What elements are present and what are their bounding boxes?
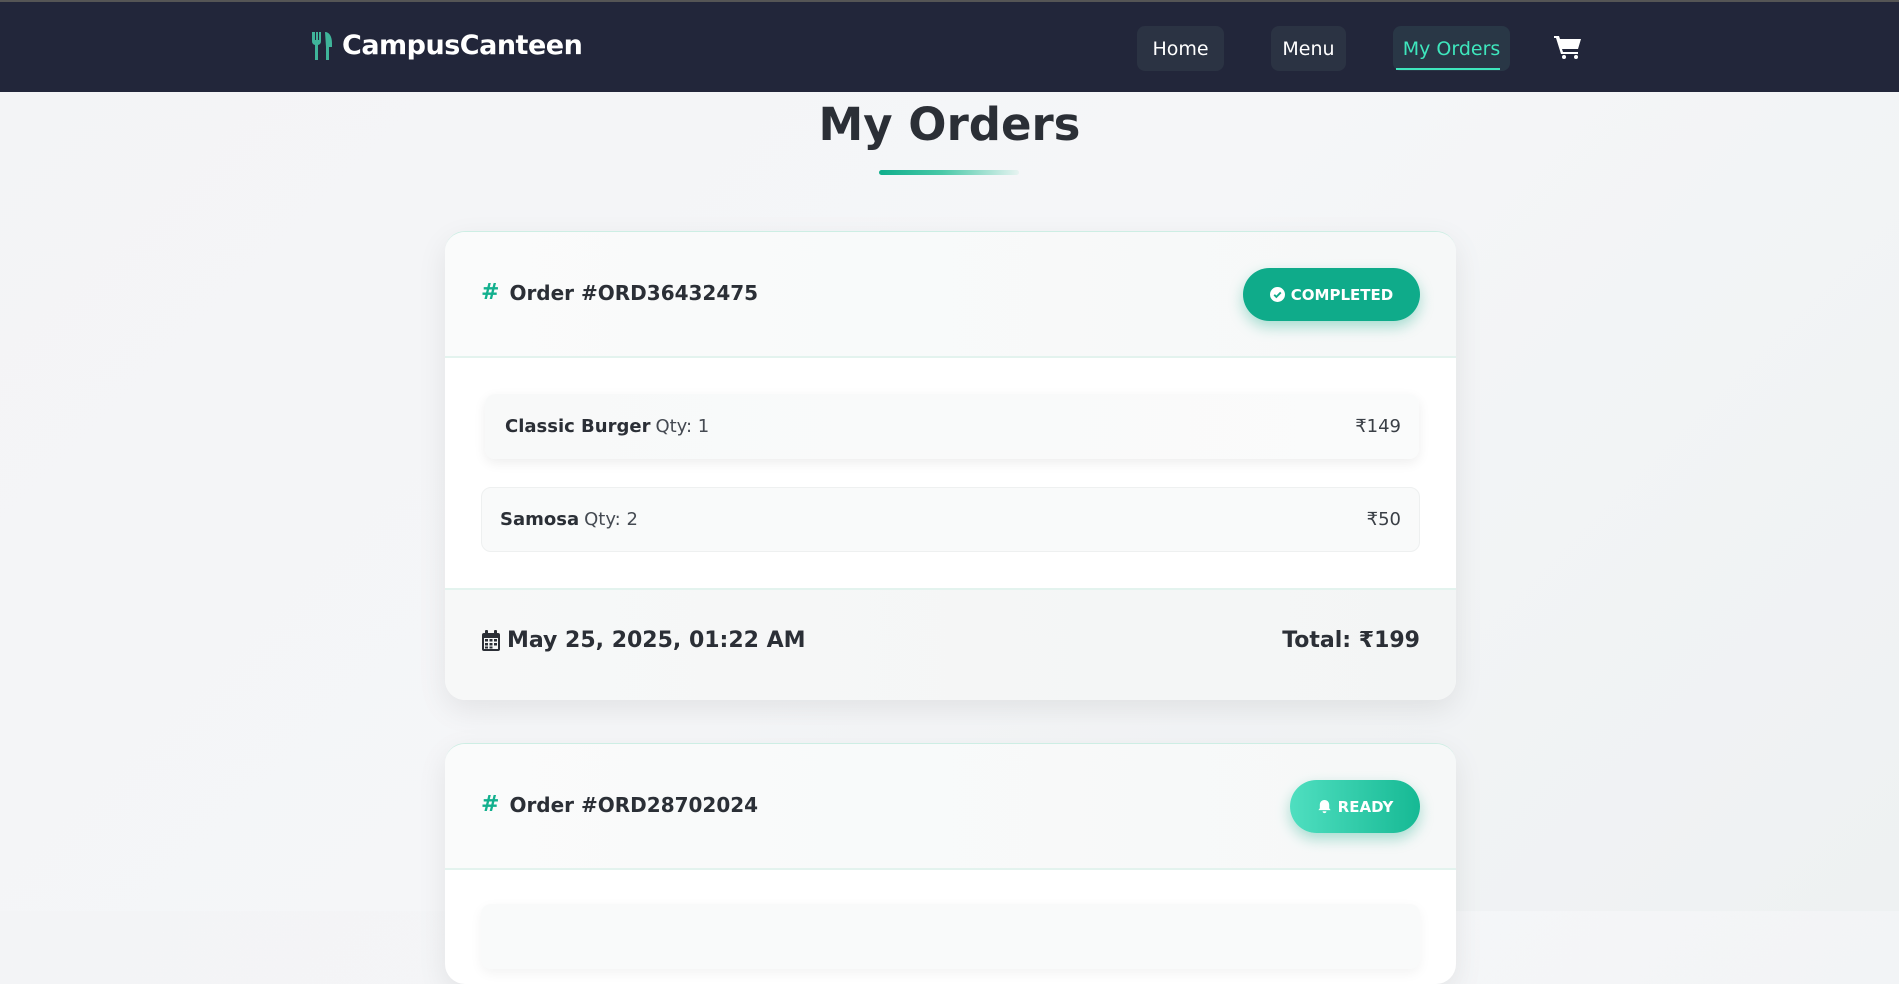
nav-menu-link[interactable]: Menu bbox=[1271, 26, 1346, 71]
utensils-icon bbox=[311, 31, 332, 60]
nav-my-orders-label: My Orders bbox=[1402, 37, 1501, 60]
order-card: # Order #ORD36432475 COMPLETED Classic B… bbox=[445, 231, 1456, 700]
order-date-text: May 25, 2025, 01:22 AM bbox=[507, 628, 806, 653]
nav-home-link[interactable]: Home bbox=[1137, 26, 1224, 71]
hash-icon: # bbox=[481, 280, 500, 305]
title-underline bbox=[879, 170, 1019, 175]
bell-icon bbox=[1318, 799, 1331, 814]
status-label: READY bbox=[1337, 797, 1394, 816]
status-label: COMPLETED bbox=[1290, 285, 1394, 304]
status-badge: READY bbox=[1290, 780, 1420, 833]
check-circle-icon bbox=[1269, 287, 1285, 302]
order-date: May 25, 2025, 01:22 AM bbox=[481, 628, 806, 653]
brand-name: CampusCanteen bbox=[342, 30, 583, 61]
page-title: My Orders bbox=[818, 98, 1081, 151]
item-qty: Qty: 2 bbox=[584, 509, 638, 530]
nav-my-orders-link[interactable]: My Orders bbox=[1393, 26, 1510, 71]
order-card-footer: May 25, 2025, 01:22 AM Total: ₹199 bbox=[445, 588, 1456, 700]
order-item: Classic Burger Qty: 1 ₹149 bbox=[485, 394, 1419, 459]
active-nav-underline bbox=[1396, 68, 1500, 70]
status-badge: COMPLETED bbox=[1243, 268, 1420, 321]
item-name: Samosa bbox=[500, 509, 580, 530]
item-name: Classic Burger bbox=[505, 416, 651, 437]
order-id-label: Order #ORD36432475 bbox=[509, 280, 759, 305]
order-id: # Order #ORD36432475 bbox=[481, 280, 758, 305]
order-card-header: # Order #ORD36432475 COMPLETED bbox=[445, 232, 1456, 358]
calendar-icon bbox=[482, 629, 500, 651]
item-price: ₹149 bbox=[1355, 416, 1401, 437]
shopping-cart-icon[interactable] bbox=[1554, 35, 1582, 59]
order-item: Samosa Qty: 2 ₹50 bbox=[481, 487, 1420, 552]
order-item bbox=[481, 904, 1420, 969]
navbar: CampusCanteen Home Menu My Orders bbox=[0, 0, 1899, 92]
order-card: # Order #ORD28702024 READY bbox=[445, 743, 1456, 984]
item-qty: Qty: 1 bbox=[655, 416, 710, 437]
order-card-header: # Order #ORD28702024 READY bbox=[445, 744, 1456, 870]
order-id: # Order #ORD28702024 bbox=[481, 792, 758, 817]
order-id-label: Order #ORD28702024 bbox=[509, 792, 759, 817]
brand-logo[interactable]: CampusCanteen bbox=[310, 30, 583, 61]
hash-icon: # bbox=[481, 792, 500, 817]
item-price: ₹50 bbox=[1366, 509, 1401, 530]
order-total: Total: ₹199 bbox=[1282, 628, 1420, 653]
